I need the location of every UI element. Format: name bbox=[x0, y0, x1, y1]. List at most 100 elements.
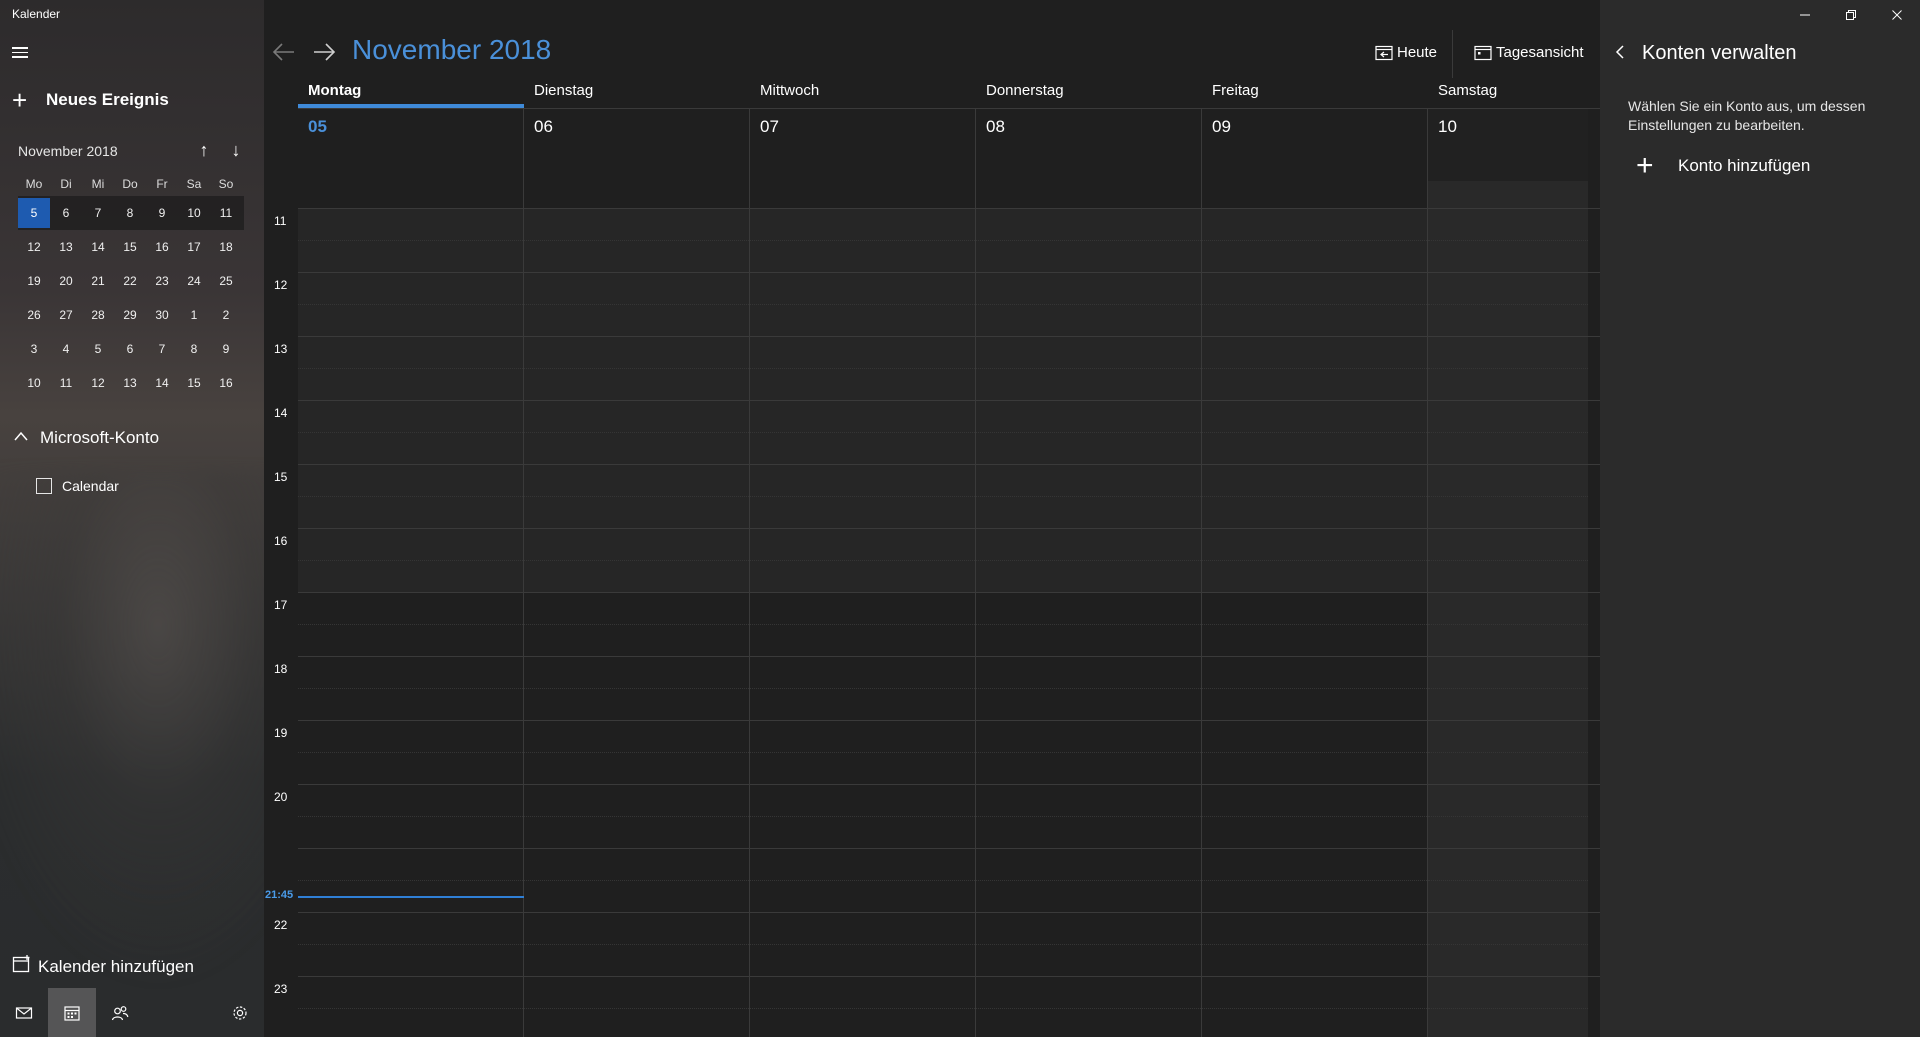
day-date-cell[interactable]: 05 bbox=[298, 109, 524, 210]
time-slot[interactable] bbox=[750, 401, 976, 464]
time-slot[interactable] bbox=[298, 785, 524, 848]
time-slot[interactable] bbox=[1202, 465, 1428, 528]
mini-calendar-day[interactable]: 1 bbox=[178, 300, 210, 330]
mini-calendar-day[interactable]: 12 bbox=[82, 368, 114, 398]
time-slot[interactable] bbox=[1428, 977, 1588, 1037]
mini-calendar-day[interactable]: 27 bbox=[50, 300, 82, 330]
day-date-cell[interactable]: 09 bbox=[1202, 109, 1428, 210]
time-slot[interactable] bbox=[976, 593, 1202, 656]
time-slot[interactable] bbox=[524, 657, 750, 720]
time-slot[interactable] bbox=[1202, 593, 1428, 656]
mini-calendar-day[interactable]: 30 bbox=[146, 300, 178, 330]
time-slot[interactable] bbox=[524, 273, 750, 336]
day-view-button[interactable]: Tagesansicht bbox=[1474, 44, 1584, 61]
back-chevron-icon[interactable] bbox=[1614, 44, 1626, 65]
time-slot[interactable] bbox=[524, 913, 750, 976]
time-slot[interactable] bbox=[1428, 209, 1588, 272]
mini-calendar-day[interactable]: 4 bbox=[50, 334, 82, 364]
time-slot[interactable] bbox=[524, 849, 750, 912]
today-button[interactable]: Heute bbox=[1375, 44, 1437, 61]
mini-calendar-day[interactable]: 20 bbox=[50, 266, 82, 296]
mini-calendar-month[interactable]: November 2018 bbox=[18, 143, 118, 159]
time-slot[interactable] bbox=[750, 977, 976, 1037]
time-slot[interactable] bbox=[976, 849, 1202, 912]
time-slot[interactable] bbox=[298, 273, 524, 336]
mini-calendar-day[interactable]: 19 bbox=[18, 266, 50, 296]
arrow-down-icon[interactable]: ↓ bbox=[226, 140, 246, 162]
people-icon[interactable] bbox=[96, 988, 144, 1037]
time-slot[interactable] bbox=[750, 657, 976, 720]
mini-calendar-day[interactable]: 11 bbox=[50, 368, 82, 398]
time-slot[interactable] bbox=[1202, 273, 1428, 336]
time-slot[interactable] bbox=[298, 465, 524, 528]
mini-calendar-day[interactable]: 3 bbox=[18, 334, 50, 364]
calendar-icon[interactable] bbox=[48, 988, 96, 1037]
mini-calendar-day[interactable]: 14 bbox=[82, 232, 114, 262]
time-slot[interactable] bbox=[298, 977, 524, 1037]
settings-icon[interactable] bbox=[216, 988, 264, 1037]
previous-arrow-icon[interactable] bbox=[270, 38, 298, 66]
time-slot[interactable] bbox=[1202, 657, 1428, 720]
time-slot[interactable] bbox=[1428, 273, 1588, 336]
time-slot[interactable] bbox=[524, 209, 750, 272]
mini-calendar-day[interactable]: 14 bbox=[146, 368, 178, 398]
time-slot[interactable] bbox=[976, 273, 1202, 336]
mini-calendar-day[interactable]: 15 bbox=[178, 368, 210, 398]
time-slot[interactable] bbox=[524, 785, 750, 848]
mini-calendar-day[interactable]: 9 bbox=[210, 334, 242, 364]
day-header[interactable]: Donnerstag bbox=[976, 80, 1202, 108]
next-arrow-icon[interactable] bbox=[310, 38, 338, 66]
day-header[interactable]: Montag bbox=[298, 80, 524, 108]
time-slot[interactable] bbox=[1428, 465, 1588, 528]
day-header[interactable]: Mittwoch bbox=[750, 80, 976, 108]
calendar-checkbox[interactable] bbox=[36, 478, 52, 494]
mini-calendar-day[interactable]: 22 bbox=[114, 266, 146, 296]
time-slot[interactable] bbox=[1202, 337, 1428, 400]
hamburger-menu-icon[interactable] bbox=[12, 44, 36, 62]
mini-calendar-day[interactable]: 18 bbox=[210, 232, 242, 262]
time-slot[interactable] bbox=[750, 529, 976, 592]
day-date-cell[interactable]: 06 bbox=[524, 109, 750, 210]
account-group-toggle[interactable]: Microsoft-Konto bbox=[14, 428, 159, 448]
mini-calendar-day[interactable]: 6 bbox=[114, 334, 146, 364]
time-slot[interactable] bbox=[1428, 401, 1588, 464]
time-slot[interactable] bbox=[976, 209, 1202, 272]
time-slot[interactable] bbox=[524, 337, 750, 400]
add-calendar-button[interactable]: Kalender hinzufügen bbox=[12, 954, 194, 979]
time-slot[interactable] bbox=[750, 785, 976, 848]
time-slot[interactable] bbox=[1428, 337, 1588, 400]
time-slot[interactable] bbox=[1202, 913, 1428, 976]
mini-calendar-day[interactable]: 23 bbox=[146, 266, 178, 296]
time-slot[interactable] bbox=[524, 593, 750, 656]
mini-calendar-day[interactable]: 5 bbox=[18, 198, 50, 228]
time-slot[interactable] bbox=[976, 401, 1202, 464]
time-slot[interactable] bbox=[750, 465, 976, 528]
time-slot[interactable] bbox=[298, 529, 524, 592]
time-slot[interactable] bbox=[976, 529, 1202, 592]
minimize-icon[interactable] bbox=[1782, 0, 1828, 30]
time-slot[interactable] bbox=[298, 209, 524, 272]
mini-calendar-day[interactable]: 5 bbox=[82, 334, 114, 364]
time-slot[interactable] bbox=[976, 977, 1202, 1037]
time-slot[interactable] bbox=[524, 529, 750, 592]
day-header[interactable]: Dienstag bbox=[524, 80, 750, 108]
calendar-checkbox-item[interactable]: Calendar bbox=[36, 478, 119, 494]
mini-calendar-day[interactable]: 24 bbox=[178, 266, 210, 296]
time-slot[interactable] bbox=[1202, 401, 1428, 464]
new-event-button[interactable]: + Neues Ereignis bbox=[12, 87, 169, 113]
day-date-cell[interactable]: 10 bbox=[1428, 109, 1588, 210]
month-title[interactable]: November 2018 bbox=[352, 34, 551, 66]
mini-calendar-day[interactable]: 13 bbox=[50, 232, 82, 262]
time-slot[interactable] bbox=[976, 721, 1202, 784]
time-slot[interactable] bbox=[1202, 977, 1428, 1037]
time-slot[interactable] bbox=[298, 401, 524, 464]
time-slot[interactable] bbox=[524, 401, 750, 464]
mini-calendar-day[interactable]: 25 bbox=[210, 266, 242, 296]
time-slot[interactable] bbox=[1202, 209, 1428, 272]
close-icon[interactable] bbox=[1874, 0, 1920, 30]
mini-calendar-day[interactable]: 16 bbox=[210, 368, 242, 398]
mini-calendar-day[interactable]: 2 bbox=[210, 300, 242, 330]
time-slot[interactable] bbox=[1428, 657, 1588, 720]
time-slot[interactable] bbox=[750, 721, 976, 784]
mini-calendar-day[interactable]: 12 bbox=[18, 232, 50, 262]
